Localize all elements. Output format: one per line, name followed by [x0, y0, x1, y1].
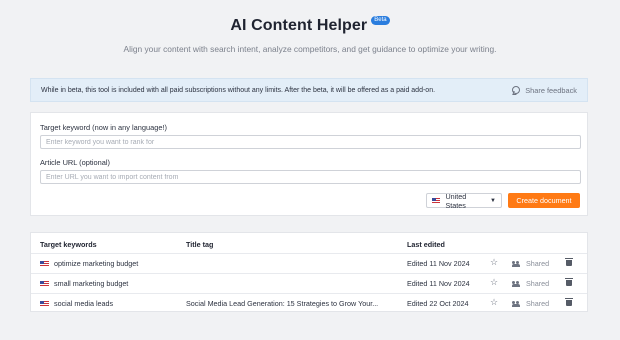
star-icon[interactable]: ☆ [490, 297, 498, 308]
share-feedback-link[interactable]: Share feedback [512, 86, 577, 95]
people-icon [512, 280, 521, 287]
trash-icon[interactable] [565, 278, 573, 286]
country-value: United States [445, 191, 467, 210]
page-title: AI Content Helper [230, 17, 368, 34]
keyword-text[interactable]: optimize marketing budget [54, 259, 138, 268]
share-feedback-label: Share feedback [525, 85, 577, 95]
keyword-text[interactable]: social media leads [54, 299, 113, 308]
people-icon [512, 300, 521, 307]
keyword-cell: small marketing budget [40, 279, 128, 288]
people-icon [512, 260, 521, 267]
shared-label: Shared [526, 299, 550, 308]
country-select[interactable]: United States ▼ [426, 191, 502, 210]
trash-icon[interactable] [565, 258, 573, 266]
us-flag-icon [40, 280, 49, 287]
us-flag-icon [40, 300, 49, 307]
speech-bubble-icon [512, 86, 521, 94]
shared-cell[interactable]: Shared [512, 259, 549, 268]
us-flag-icon [432, 197, 441, 204]
create-document-button[interactable]: Create document [508, 193, 580, 208]
us-flag-icon [40, 260, 49, 267]
edited-cell: Edited 11 Nov 2024 [407, 279, 470, 288]
shared-cell[interactable]: Shared [512, 299, 549, 308]
shared-label: Shared [526, 259, 550, 268]
page-header: AI Content Helper Beta Align your conten… [0, 14, 620, 54]
chevron-down-icon: ▼ [490, 197, 496, 204]
column-header-title: Title tag [186, 240, 214, 249]
shared-label: Shared [526, 279, 550, 288]
column-header-keywords: Target keywords [40, 240, 97, 249]
keyword-cell: social media leads [40, 299, 113, 308]
url-input[interactable] [40, 170, 581, 184]
table-row[interactable]: social media leads Social Media Lead Gen… [31, 294, 587, 313]
banner-text: While in beta, this tool is included wit… [41, 86, 436, 94]
beta-badge: Beta [371, 16, 390, 25]
page-subtitle: Align your content with search intent, a… [123, 44, 497, 54]
edited-cell: Edited 22 Oct 2024 [407, 299, 469, 308]
shared-cell[interactable]: Shared [512, 279, 549, 288]
documents-table: Target keywords Title tag Last edited op… [30, 232, 588, 312]
keyword-cell: optimize marketing budget [40, 259, 138, 268]
keyword-label: Target keyword (now in any language!) [40, 123, 167, 132]
star-icon[interactable]: ☆ [490, 257, 498, 268]
keyword-input[interactable] [40, 135, 581, 149]
edited-cell: Edited 11 Nov 2024 [407, 259, 470, 268]
trash-icon[interactable] [565, 298, 573, 306]
table-row[interactable]: optimize marketing budget Edited 11 Nov … [31, 254, 587, 273]
keyword-text[interactable]: small marketing budget [54, 279, 128, 288]
url-label: Article URL (optional) [40, 158, 110, 167]
table-row[interactable]: small marketing budget Edited 11 Nov 202… [31, 274, 587, 293]
beta-info-banner: While in beta, this tool is included wit… [30, 78, 588, 102]
star-icon[interactable]: ☆ [490, 277, 498, 288]
create-document-form: Target keyword (now in any language!) Ar… [30, 112, 588, 216]
title-cell: Social Media Lead Generation: 15 Strateg… [186, 299, 379, 308]
column-header-edited: Last edited [407, 240, 445, 249]
